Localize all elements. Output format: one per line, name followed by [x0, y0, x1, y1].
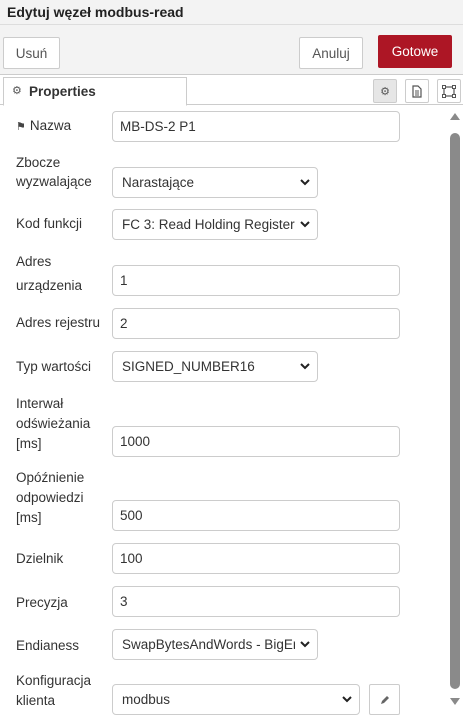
settings-tab-button[interactable]: ⚙: [373, 79, 397, 103]
tab-properties[interactable]: ⚙ Properties: [3, 77, 187, 106]
delete-button[interactable]: Usuń: [3, 37, 60, 69]
divisor-label: Dzielnik: [16, 551, 64, 566]
document-icon: [412, 84, 422, 98]
endianess-label: Endianess: [16, 638, 80, 653]
refresh-interval-input[interactable]: 1000: [112, 426, 400, 457]
response-delay-label: Opóźnienie odpowiedzi [ms]: [16, 470, 85, 525]
register-address-label: Adres rejestru: [16, 315, 101, 330]
precision-label: Precyzja: [16, 595, 68, 610]
value-type-select[interactable]: SIGNED_NUMBER16: [112, 351, 318, 382]
appearance-tab-button[interactable]: [437, 79, 461, 103]
edit-client-config-button[interactable]: [369, 684, 400, 715]
refresh-interval-label: Interwał odświeżania [ms]: [16, 396, 91, 451]
gear-icon: ⚙: [380, 85, 390, 98]
name-label: ⚑ Nazwa: [16, 118, 72, 133]
gear-icon: ⚙: [12, 85, 22, 97]
device-address-input[interactable]: 1: [112, 265, 400, 296]
frame-icon: [442, 84, 456, 98]
device-address-label: Adres urządzenia: [16, 254, 83, 293]
name-input[interactable]: MB-DS-2 P1: [112, 111, 400, 142]
dialog-toolbar: Usuń Anuluj Gotowe: [0, 25, 463, 75]
chevron-down-icon: [300, 179, 310, 186]
description-tab-button[interactable]: [405, 79, 429, 103]
divisor-input[interactable]: 100: [112, 543, 400, 574]
register-address-input[interactable]: 2: [112, 308, 400, 339]
scroll-down-arrow[interactable]: [450, 698, 460, 705]
trigger-edge-select[interactable]: Narastające: [112, 167, 318, 198]
client-config-select[interactable]: modbus: [112, 684, 360, 715]
scroll-up-arrow[interactable]: [450, 113, 460, 120]
tab-properties-label: Properties: [29, 84, 96, 99]
chevron-down-icon: [300, 221, 310, 228]
function-code-label: Kod funkcji: [16, 216, 83, 231]
client-config-label: Konfiguracja klienta: [16, 673, 92, 708]
chevron-down-icon: [300, 363, 310, 370]
function-code-select[interactable]: FC 3: Read Holding Registers: [112, 209, 318, 240]
cancel-button[interactable]: Anuluj: [299, 37, 363, 69]
done-button[interactable]: Gotowe: [378, 35, 452, 68]
scrollbar-thumb[interactable]: [450, 133, 460, 689]
endianess-select[interactable]: SwapBytesAndWords - BigEndian: [112, 629, 318, 660]
tag-icon: ⚑: [16, 121, 26, 133]
pencil-icon: [380, 695, 389, 704]
response-delay-input[interactable]: 500: [112, 500, 400, 531]
trigger-edge-label: Zbocze wyzwalające: [16, 155, 92, 189]
dialog-titlebar: Edytuj węzeł modbus-read: [0, 0, 463, 25]
properties-form: ⚑ Nazwa MB-DS-2 P1 Zbocze wyzwalające Nar…: [0, 106, 445, 720]
dialog-title: Edytuj węzeł modbus-read: [7, 4, 184, 20]
chevron-down-icon: [342, 696, 352, 703]
precision-input[interactable]: 3: [112, 586, 400, 617]
chevron-down-icon: [300, 641, 310, 648]
value-type-label: Typ wartości: [16, 359, 92, 374]
